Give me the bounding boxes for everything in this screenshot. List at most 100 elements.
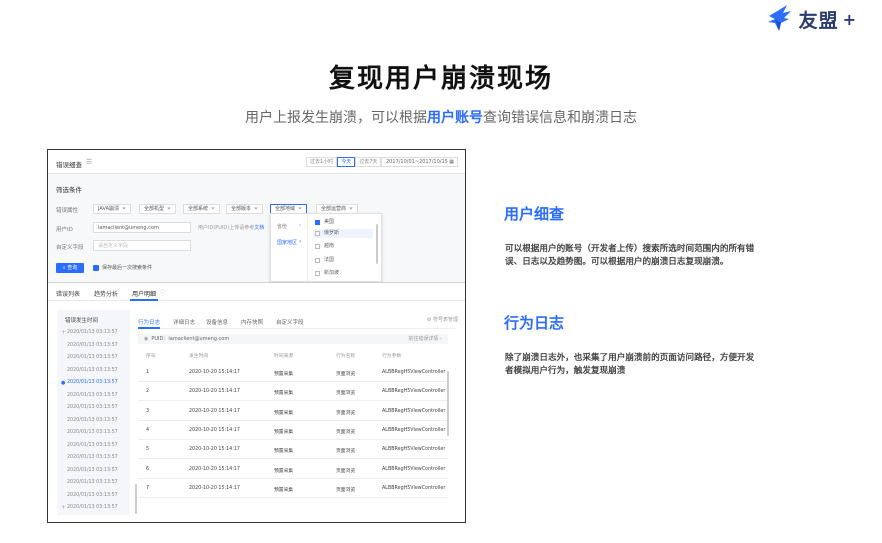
timeline-item[interactable]: 2020/01/13 03:13:57 <box>67 393 118 398</box>
select-os[interactable]: 全部系统 ⏷ <box>183 204 221 214</box>
select-value: 全部地域 <box>275 206 296 212</box>
select-model[interactable]: 全部机型 ⏷ <box>139 204 177 214</box>
region-option[interactable]: 越南 <box>313 242 373 251</box>
range-button-active[interactable]: 今天 <box>337 157 356 167</box>
subtab-custom-field[interactable]: 自定义字段 <box>276 318 304 326</box>
select-value: 全部版本 <box>231 206 252 212</box>
expand-icon[interactable]: + <box>61 504 66 511</box>
timeline-panel: 错误发生时间 2020/01/13 03:13:57 +2020/01/13 03… <box>57 310 137 515</box>
timeline-item[interactable]: 2020/01/13 03:13:57 <box>67 468 118 473</box>
table-row[interactable]: 5 2020-10-20 15:14:17 预置采集 页面浏览 ALBBRegH5Vie… <box>138 440 448 460</box>
timeline-item[interactable]: 2020/01/13 03:13:57 <box>67 493 118 498</box>
select-value: 全部运营商 <box>321 206 347 212</box>
select-error-type[interactable]: JAVA崩溃 ⏷ <box>93 204 132 214</box>
table-cell: 2 <box>146 389 150 395</box>
checkbox[interactable] <box>315 231 320 236</box>
hero-subtitle-pre: 用户上报发生崩溃，可以根据 <box>245 110 427 126</box>
region-level-item-selected[interactable]: 国家地区 <box>277 239 297 246</box>
panel-header: 错误细查 ☰ 过去1小时 今天 过去7天 2017/10/01~2017/10/… <box>48 150 465 174</box>
filter-icon: ⏷ <box>122 206 127 212</box>
puid-input[interactable]: iamaclient@umeng.com <box>93 222 191 233</box>
table-cell: 预置采集 <box>274 449 294 455</box>
table-cell: 2020-10-20 15:14:17 <box>189 408 240 414</box>
checkbox[interactable] <box>315 271 320 276</box>
puid-doc-link[interactable]: 文档 <box>254 225 264 231</box>
timeline-item[interactable]: 2020/01/13 03:13:57 <box>67 480 118 485</box>
menu-icon[interactable]: ☰ <box>86 158 92 166</box>
timeline-item[interactable]: 2020/01/13 03:13:57 <box>67 443 118 448</box>
query-button[interactable]: ⌕ 查询 <box>56 263 84 273</box>
timeline-item[interactable]: 2020/01/13 03:13:57 <box>67 405 118 410</box>
table-cell: ALBBRegH5ViewController <box>382 389 446 395</box>
section-desc-user-detail: 可以根据用户的账号（开发者上传）搜索所选时间范围内的所有错误、日志以及趋势图。可… <box>505 244 755 267</box>
range-button[interactable]: 过去7天 <box>355 157 382 167</box>
date-range-picker[interactable]: 2017/10/01~2017/10/15 ▦ <box>381 157 458 167</box>
table-row[interactable]: 4 2020-10-20 15:14:17 预置采集 页面浏览 ALBBRegH5Vie… <box>138 421 448 440</box>
region-level-item[interactable]: 省份 <box>277 223 287 230</box>
checkbox[interactable] <box>315 258 320 263</box>
select-value: JAVA崩溃 <box>98 206 120 212</box>
hero-subtitle-highlight: 用户账号 <box>427 110 483 126</box>
umeng-bird-icon <box>767 5 791 31</box>
timeline-item[interactable]: 2020/01/13 03:13:57 <box>67 505 118 510</box>
table-cell: 页面浏览 <box>336 372 356 377</box>
custom-field-input[interactable]: 请自定义字段 <box>93 240 191 251</box>
error-attr-label: 错误属性 <box>56 208 79 214</box>
save-search-checkbox[interactable] <box>93 265 99 271</box>
scrollbar[interactable] <box>376 224 378 264</box>
timeline-item[interactable]: 2020/01/13 03:13:57 <box>67 430 118 435</box>
table-row[interactable]: 2 2020-10-20 15:14:17 预置采集 页面浏览 ALBBRegH5Vie… <box>138 382 448 402</box>
table-cell: ALBBRegH5ViewController <box>382 427 446 433</box>
timeline-item[interactable]: 2020/01/13 03:13:57 <box>67 330 118 335</box>
table-cell: 6 <box>146 466 150 472</box>
region-option[interactable]: 法国 <box>313 256 373 265</box>
table-row[interactable]: 3 2020-10-20 15:14:17 预置采集 页面浏览 ALBBRegH5Vie… <box>138 402 448 421</box>
subtab-detail-log[interactable]: 详细日志 <box>173 318 195 326</box>
checkbox[interactable] <box>315 244 320 249</box>
scrollbar[interactable] <box>135 484 137 514</box>
timeline-item-selected[interactable]: 2020/01/13 03:13:57 <box>67 380 118 385</box>
chevron-right-icon: › <box>299 222 302 229</box>
scrollbar[interactable] <box>447 371 449 436</box>
table-cell: 预置采集 <box>274 391 294 397</box>
timeline-item[interactable]: 2020/01/13 03:13:57 <box>67 455 118 460</box>
select-version[interactable]: 全部版本 ⏷ <box>226 204 264 214</box>
checkbox-checked[interactable] <box>315 220 320 225</box>
puid-bar-text: PUID：iamaclient@umeng.com <box>151 336 230 342</box>
region-option[interactable]: 俄罗斯 <box>313 229 373 238</box>
section-desc-behavior-log: 除了崩溃日志外，也采集了用户崩溃前的页面访问路径，方便开发者模拟用户行为，触发复… <box>505 353 755 376</box>
puid-hint: 用户ID(PUID)上传请参考文档 <box>198 224 264 231</box>
tab-trend[interactable]: 趋势分析 <box>94 289 118 298</box>
time-range-buttons: 过去1小时 今天 过去7天 <box>306 157 382 167</box>
subtab-behavior-log[interactable]: 行为日志 <box>138 318 160 326</box>
region-option-label: 越南 <box>324 243 335 249</box>
tab-error-list[interactable]: 错误列表 <box>56 289 80 298</box>
table-cell: 页面浏览 <box>336 429 356 435</box>
expand-icon[interactable]: + <box>61 329 66 336</box>
timeline-item[interactable]: 2020/01/13 03:13:57 <box>67 418 118 423</box>
table-row[interactable]: 6 2020-10-20 15:14:17 预置采集 页面浏览 ALBBRegH5Vie… <box>138 460 448 479</box>
brand-name: 友盟 <box>798 9 839 32</box>
subtab-divider <box>138 328 456 329</box>
timeline-title: 错误发生时间 <box>65 318 99 324</box>
filter-icon: ⏷ <box>298 206 303 212</box>
tab-user-detail[interactable]: 用户明细 <box>132 289 156 298</box>
table-cell: 预置采集 <box>274 372 294 377</box>
table-cell: 7 <box>146 485 150 491</box>
subtab-device-info[interactable]: 设备信息 <box>206 318 228 326</box>
region-option[interactable]: 美国 <box>313 218 373 227</box>
subtab-memory-snapshot[interactable]: 内存快照 <box>241 318 263 326</box>
symbol-manage-link[interactable]: ⚙ 符号表管理 <box>427 316 458 323</box>
timeline-item[interactable]: 2020/01/13 03:13:57 <box>67 343 118 348</box>
region-option[interactable]: 新加坡 <box>313 269 373 278</box>
table-row[interactable]: 1 2020-10-20 15:14:17 预置采集 页面浏览 ALBBRegH5Vie… <box>138 363 448 382</box>
table-cell: 2020-10-20 15:14:17 <box>189 485 240 491</box>
range-button[interactable]: 过去1小时 <box>306 157 338 167</box>
timeline-item[interactable]: 2020/01/13 03:13:57 <box>67 355 118 360</box>
col-header: 行为参数 <box>382 354 402 359</box>
table-row[interactable]: 7 2020-10-20 15:14:17 预置采集 页面浏览 ALBBRegH5Vie… <box>138 479 448 498</box>
goto-error-link[interactable]: 前往错误详情 › <box>408 334 442 344</box>
search-icon: ⌕ <box>62 265 66 271</box>
timeline-item[interactable]: 2020/01/13 03:13:57 <box>67 368 118 373</box>
table-cell: 2020-10-20 15:14:17 <box>189 466 240 472</box>
